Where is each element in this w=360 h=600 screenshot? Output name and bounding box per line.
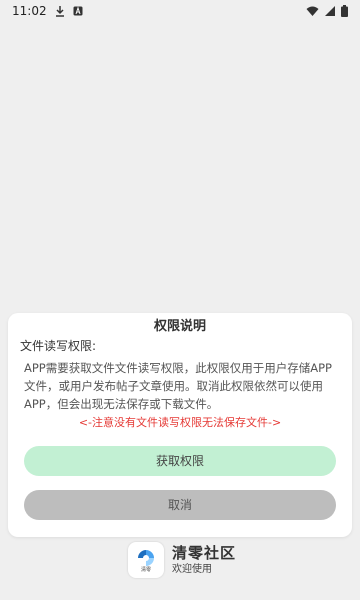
warning-text: <-注意没有文件读写权限无法保存文件->	[78, 416, 282, 429]
status-left: 11:02	[12, 4, 83, 18]
permission-heading: 文件读写权限:	[20, 339, 97, 353]
app-logo: 清零	[128, 542, 164, 578]
logo-mark-icon	[136, 548, 156, 568]
status-bar: 11:02	[0, 0, 360, 22]
description-line: 文件，或用户发布帖子文章使用。取消此权限依然可以使用	[24, 379, 323, 393]
dialog-title: 权限说明	[153, 319, 206, 334]
brand-text: 清零社区 欢迎使用	[172, 543, 236, 577]
description-line: APP，但会出现无法保存或下载文件。	[24, 397, 219, 411]
battery-icon	[341, 5, 348, 17]
logo-text: 清零	[140, 566, 151, 573]
brand-slogan: 欢迎使用	[172, 564, 212, 575]
download-icon	[55, 5, 65, 17]
wifi-icon	[306, 6, 319, 16]
clock: 11:02	[12, 4, 47, 18]
brand-name: 清零社区	[172, 544, 237, 562]
grant-permission-button[interactable]: 获取权限	[24, 446, 336, 476]
a-icon	[73, 6, 83, 16]
signal-icon	[325, 6, 335, 16]
description-line: APP需要获取文件文件读写权限，此权限仅用于用户存储APP	[24, 361, 332, 375]
brand-footer: 清零 清零社区 欢迎使用	[128, 541, 236, 579]
status-right	[306, 5, 348, 17]
cancel-button[interactable]: 取消	[24, 490, 336, 520]
permission-description: APP需要获取文件文件读写权限，此权限仅用于用户存储APP 文件，或用户发布帖子…	[24, 359, 340, 413]
permission-dialog: 权限说明 文件读写权限: APP需要获取文件文件读写权限，此权限仅用于用户存储A…	[8, 313, 352, 537]
